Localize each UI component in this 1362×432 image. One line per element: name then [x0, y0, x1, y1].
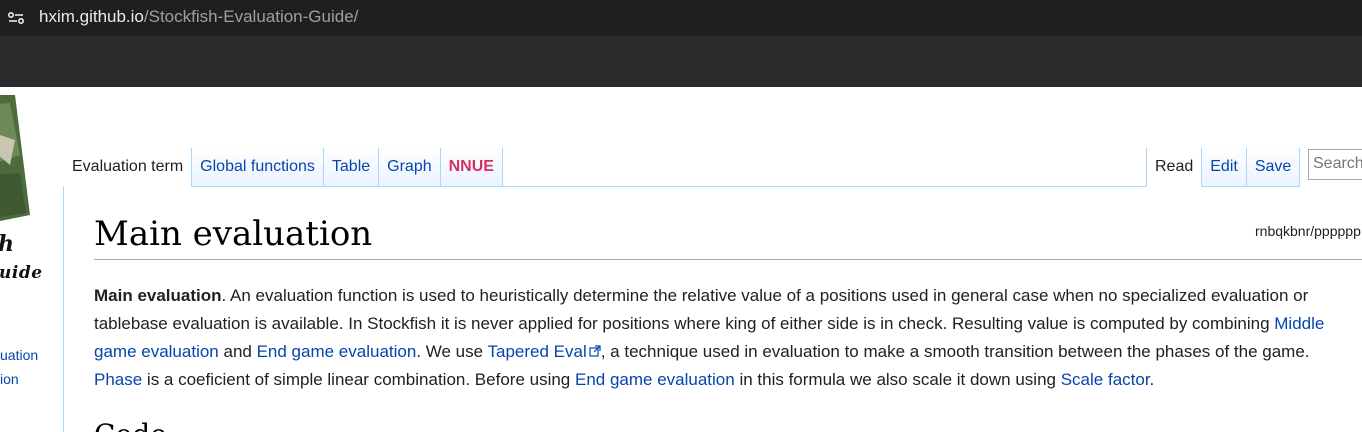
- paragraph-text: . An evaluation function is used to heur…: [94, 286, 1309, 333]
- external-link-icon: [589, 345, 601, 357]
- url-text[interactable]: hxim.github.io/Stockfish-Evaluation-Guid…: [39, 7, 358, 27]
- tab-baseline: [498, 186, 1146, 187]
- title-divider: [94, 259, 1362, 260]
- paragraph-text: , a technique used in evaluation to make…: [600, 342, 1310, 361]
- tab-table[interactable]: Table: [323, 148, 380, 187]
- paragraph-text: is a coeficient of simple linear combina…: [142, 370, 575, 389]
- link-phase[interactable]: Phase: [94, 370, 142, 389]
- tab-read[interactable]: Read: [1146, 148, 1203, 187]
- link-scale-factor[interactable]: Scale factor: [1061, 370, 1150, 389]
- view-tabs: Read Edit Save: [1146, 148, 1301, 187]
- url-host: hxim.github.io: [39, 7, 144, 26]
- site-info-icon[interactable]: [6, 8, 26, 28]
- section-heading-code: Code: [94, 418, 167, 432]
- link-tapered-eval-label: Tapered Eval: [487, 342, 587, 361]
- tab-save[interactable]: Save: [1246, 148, 1301, 187]
- link-tapered-eval[interactable]: Tapered Eval: [488, 342, 601, 361]
- search-input[interactable]: Search: [1308, 149, 1362, 180]
- tab-global-functions[interactable]: Global functions: [192, 148, 324, 187]
- url-path: /Stockfish-Evaluation-Guide/: [143, 7, 359, 26]
- browser-toolbar-strip: [0, 36, 1362, 87]
- logo-text-line1: h: [0, 231, 14, 257]
- namespace-tabs: Evaluation term Global functions Table G…: [64, 148, 503, 187]
- sidebar-item[interactable]: uation: [0, 347, 38, 363]
- sidebar-item[interactable]: ion: [0, 371, 19, 387]
- tab-graph[interactable]: Graph: [379, 148, 441, 187]
- logo-text-line2: uide: [0, 263, 43, 283]
- fen-string[interactable]: rnbqkbnr/pppppp: [1255, 223, 1361, 239]
- tab-edit[interactable]: Edit: [1202, 148, 1247, 187]
- paragraph-text: in this formula we also scale it down us…: [734, 370, 1061, 389]
- intro-paragraph: Main evaluation. An evaluation function …: [94, 282, 1356, 394]
- page-title: Main evaluation: [94, 214, 373, 254]
- link-end-game-evaluation[interactable]: End game evaluation: [257, 342, 417, 361]
- term-bold: Main evaluation: [94, 286, 222, 305]
- tab-nnue[interactable]: NNUE: [440, 148, 503, 187]
- paragraph-text: and: [218, 342, 257, 361]
- paragraph-text: . We use: [416, 342, 488, 361]
- content-left-border: [63, 186, 64, 432]
- sidebar: h uide uation ion: [0, 87, 62, 432]
- link-end-game-evaluation-2[interactable]: End game evaluation: [575, 370, 735, 389]
- logo-image[interactable]: [0, 95, 30, 225]
- browser-address-bar[interactable]: hxim.github.io/Stockfish-Evaluation-Guid…: [0, 0, 1362, 36]
- tab-evaluation-term[interactable]: Evaluation term: [64, 148, 193, 187]
- paragraph-text: .: [1149, 370, 1155, 389]
